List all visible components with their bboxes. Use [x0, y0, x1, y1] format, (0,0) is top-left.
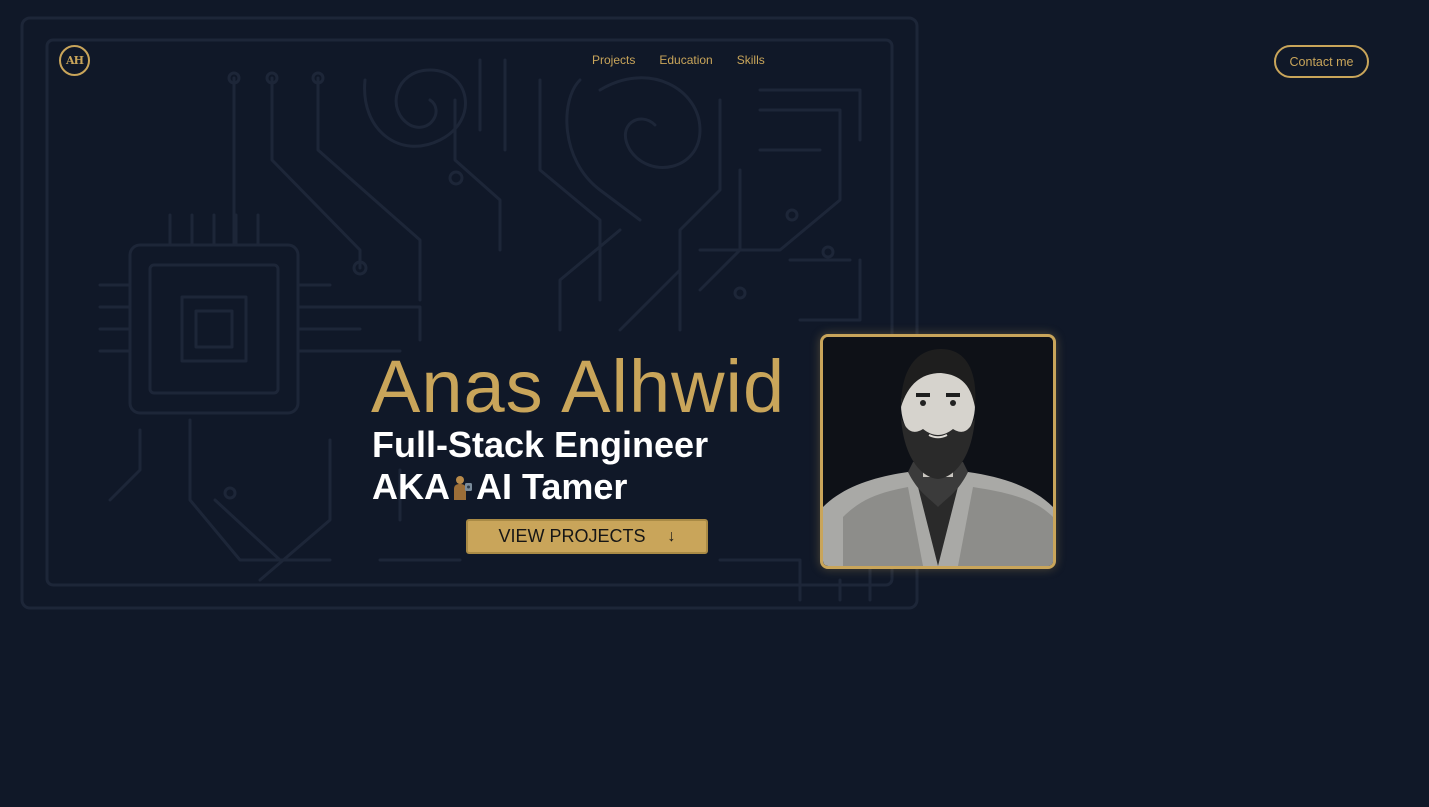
tamer-figure-icon	[454, 476, 472, 500]
hero-role: Full-Stack Engineer	[372, 424, 709, 465]
view-projects-button[interactable]: VIEW PROJECTS ↓	[466, 519, 708, 554]
contact-button[interactable]: Contact me	[1274, 45, 1369, 78]
aka-suffix: AI Tamer	[476, 466, 628, 507]
hero-name: Anas Alhwid	[371, 345, 786, 428]
logo-monogram: AH	[66, 54, 84, 67]
view-projects-label: VIEW PROJECTS	[498, 526, 646, 546]
arrow-down-icon: ↓	[667, 527, 676, 545]
nav-education[interactable]: Education	[659, 53, 712, 67]
nav-projects[interactable]: Projects	[592, 53, 635, 67]
portrait-photo	[823, 337, 1053, 566]
nav-skills[interactable]: Skills	[737, 53, 765, 67]
hero-aka: AKA AI Tamer	[372, 466, 627, 508]
profile-photo	[820, 334, 1056, 569]
logo[interactable]: AH	[59, 45, 90, 76]
aka-prefix: AKA	[372, 466, 450, 507]
